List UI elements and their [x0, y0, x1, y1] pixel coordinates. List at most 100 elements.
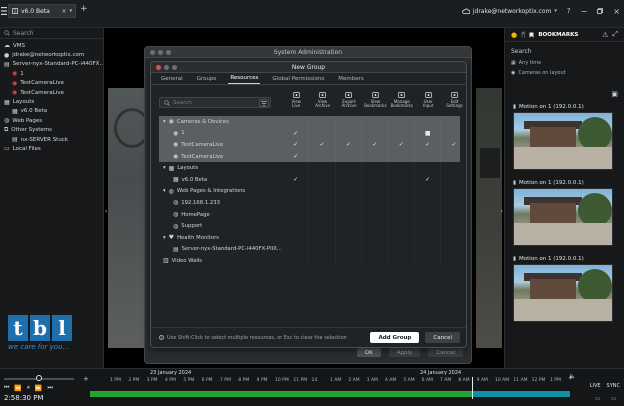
event-thumbnail[interactable]	[513, 264, 613, 322]
add-tab-icon[interactable]: +	[80, 4, 88, 14]
permission-checkbox[interactable]	[309, 243, 336, 256]
minimize-icon[interactable]: −	[581, 7, 588, 16]
permission-checkbox[interactable]	[389, 220, 415, 232]
chevron-down-icon[interactable]: ▾	[163, 165, 166, 171]
permission-checkbox[interactable]	[336, 162, 363, 174]
permission-checkbox[interactable]	[415, 185, 442, 198]
permission-column[interactable]: View Archive	[309, 90, 335, 114]
permission-row[interactable]: ▾ ◉ Cameras & Devices	[159, 116, 460, 128]
permission-checkbox[interactable]	[441, 232, 466, 244]
bookmark-event[interactable]: ▮ Motion on 1 (192.0.0.1)	[513, 102, 617, 170]
permission-checkbox[interactable]	[336, 127, 363, 140]
permission-checkbox[interactable]	[389, 116, 415, 128]
permission-checkbox[interactable]	[309, 197, 336, 209]
permission-checkbox[interactable]	[336, 208, 363, 221]
permission-row[interactable]: ◉ 1 ✓ ■	[159, 127, 460, 140]
permission-checkbox[interactable]	[441, 174, 466, 186]
app-menu-icon[interactable]	[1, 6, 7, 16]
chevron-right-icon[interactable]: ›	[501, 208, 503, 215]
permission-checkbox[interactable]	[415, 150, 442, 163]
permission-checkbox[interactable]: ✓	[415, 139, 442, 151]
permission-checkbox[interactable]	[336, 173, 363, 186]
permission-checkbox[interactable]	[389, 173, 415, 186]
permission-checkbox[interactable]	[415, 208, 442, 221]
close-icon[interactable]: ×	[61, 8, 66, 15]
add-icon[interactable]: +	[83, 375, 89, 383]
permission-checkbox[interactable]	[415, 116, 442, 128]
layout-tab[interactable]: v6.0 Beta × ▾	[8, 4, 76, 18]
permission-checkbox[interactable]	[362, 173, 389, 186]
speed-slider[interactable]	[4, 375, 74, 381]
permission-checkbox[interactable]	[283, 231, 310, 244]
permission-checkbox[interactable]	[441, 197, 466, 209]
permission-checkbox[interactable]	[336, 255, 363, 267]
resource-search[interactable]: Search	[0, 28, 103, 39]
permission-checkbox[interactable]	[389, 127, 415, 140]
tab-general[interactable]: General	[159, 73, 185, 84]
system-cancel-button[interactable]: Cancel	[428, 348, 463, 357]
permission-checkbox[interactable]	[283, 243, 310, 256]
motion-icon[interactable]: ᛗ	[521, 31, 525, 39]
user-menu[interactable]: jdrake@networkoptix.com ▾	[462, 8, 557, 15]
tree-item[interactable]: ● jdrake@networkoptix.com	[0, 50, 103, 59]
permission-checkbox[interactable]	[415, 243, 442, 256]
permission-checkbox[interactable]	[362, 220, 389, 232]
permission-row[interactable]: ▥ Video Walls	[159, 255, 460, 267]
timeline-cursor[interactable]	[472, 377, 473, 399]
tree-item[interactable]: ⧉ Other Systems	[0, 126, 103, 135]
bookmarks-tab[interactable]: BOOKMARKS	[538, 32, 578, 38]
expand-icon[interactable]: ⤢	[612, 30, 618, 39]
permission-checkbox[interactable]	[283, 255, 310, 267]
filter-icon[interactable]	[259, 99, 269, 107]
resources-search-input[interactable]	[173, 99, 253, 106]
permission-checkbox[interactable]: ✓	[441, 139, 466, 151]
permission-column[interactable]: Manage Bookmarks	[389, 90, 415, 114]
permission-checkbox[interactable]	[309, 255, 336, 267]
permission-checkbox[interactable]	[389, 197, 415, 209]
tab-members[interactable]: Members	[336, 73, 366, 84]
permission-checkbox[interactable]	[309, 231, 336, 244]
permission-checkbox[interactable]: ✓	[336, 139, 363, 151]
permission-checkbox[interactable]: ✓	[415, 173, 442, 186]
permission-row[interactable]: ◍ Support	[159, 220, 460, 232]
minimize-dot[interactable]	[158, 50, 163, 55]
permission-checkbox[interactable]	[441, 244, 466, 256]
apply-button[interactable]: Apply	[388, 348, 421, 357]
permission-checkbox[interactable]	[415, 231, 442, 244]
permission-row[interactable]: ▦ v6.0 Beta ✓ ✓	[159, 173, 460, 186]
permission-row[interactable]: ◉ TestCameraLive ✓	[159, 150, 460, 163]
permission-checkbox[interactable]	[362, 197, 389, 209]
permission-row[interactable]: ▤ Server-nyx-Standard-PC-i440FX-PIIX...	[159, 243, 460, 256]
tab-global-permissions[interactable]: Global Permissions	[270, 73, 326, 84]
chevron-down-icon[interactable]: ▾	[163, 119, 166, 125]
live-button[interactable]: LIVE	[590, 383, 601, 389]
permission-row[interactable]: ▾ ◍ Web Pages & Integrations	[159, 185, 460, 198]
permission-checkbox[interactable]	[309, 127, 336, 140]
permission-checkbox[interactable]	[389, 208, 415, 221]
tree-item[interactable]: ▦ v6.0 Beta	[0, 107, 103, 116]
tree-item[interactable]: ◉ 1	[0, 69, 103, 78]
permission-column[interactable]: Export Archive	[336, 90, 362, 114]
tree-item[interactable]: ◉ TestCameraLive	[0, 88, 103, 97]
permission-checkbox[interactable]	[389, 150, 415, 163]
zoom-dot[interactable]	[166, 50, 171, 55]
volume-icon[interactable]: 🔈	[569, 373, 576, 380]
permission-column[interactable]: View Live	[283, 90, 309, 114]
chevron-left-icon[interactable]: ‹	[105, 208, 107, 215]
permission-row[interactable]: ▾ ▦ Layouts	[159, 162, 460, 174]
alert-icon[interactable]: ⚠	[602, 31, 608, 39]
permission-checkbox[interactable]	[441, 116, 466, 128]
permission-checkbox[interactable]	[441, 255, 466, 267]
permission-checkbox[interactable]	[283, 220, 310, 232]
permission-checkbox[interactable]	[441, 186, 466, 198]
permission-checkbox[interactable]	[389, 255, 415, 267]
event-thumbnail[interactable]	[513, 112, 613, 170]
permission-checkbox[interactable]	[362, 127, 389, 140]
permission-checkbox[interactable]	[362, 255, 389, 267]
permission-checkbox[interactable]	[309, 208, 336, 221]
close-window-icon[interactable]: ×	[613, 7, 620, 16]
permission-checkbox[interactable]	[309, 173, 336, 186]
permission-checkbox[interactable]	[283, 116, 310, 128]
close-dot[interactable]	[150, 50, 155, 55]
tab-resources[interactable]: Resources	[228, 73, 261, 84]
